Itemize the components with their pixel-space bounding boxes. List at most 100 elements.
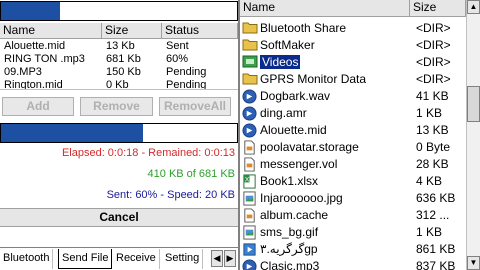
file-size: 861 KB [416, 242, 456, 256]
file-size: 0 Byte [416, 140, 451, 154]
file-name: SoftMaker [260, 38, 315, 52]
queue-cell-name: RING TON .mp3 [4, 53, 85, 65]
file-name: ding.amr [260, 106, 307, 120]
file-name: Dogbark.wav [260, 89, 331, 103]
queue-cell-size: 681 Kb [106, 53, 141, 65]
file-row[interactable]: ding.amr 1 KB [240, 105, 464, 122]
add-button[interactable]: Add [2, 97, 74, 116]
generic-file-icon [242, 157, 258, 172]
audio-file-icon [242, 259, 258, 270]
queue-row[interactable]: RING TON .mp3 681 Kb 60% [0, 53, 238, 66]
queue-progress-fill [1, 2, 60, 20]
tab-bar: Bluetooth Send File Receive Setting ◀ ▶ [0, 247, 238, 270]
file-row[interactable]: Dogbark.wav 41 KB [240, 88, 464, 105]
scroll-up-icon[interactable]: ▲ [467, 0, 480, 14]
file-row[interactable]: messenger.vol 28 KB [240, 156, 464, 173]
file-row[interactable]: SoftMaker <DIR> [240, 37, 464, 54]
queue-cell-status: Sent [166, 40, 189, 52]
file-name: sms_bg.gif [260, 225, 319, 239]
audio-file-icon [242, 89, 258, 104]
file-size: 4 KB [416, 174, 443, 188]
queue-cell-status: 60% [166, 53, 189, 65]
queue-header-status[interactable]: Status [162, 23, 238, 39]
audio-file-icon [242, 123, 258, 138]
file-size: 41 KB [416, 89, 449, 103]
queue-header-size[interactable]: Size [102, 23, 162, 39]
file-name: album.cache [260, 208, 329, 222]
files-header-size[interactable]: Size [410, 0, 466, 17]
spreadsheet-file-icon: X [242, 174, 258, 189]
generic-file-icon [242, 140, 258, 155]
file-row[interactable]: Bluetooth Share <DIR> [240, 20, 464, 37]
queue-header-name[interactable]: Name [0, 23, 102, 39]
file-row[interactable]: poolavatar.storage 0 Byte [240, 139, 464, 156]
file-size: <DIR> [416, 72, 451, 86]
tab-scroll-right-icon[interactable]: ▶ [224, 250, 236, 267]
transfer-progress-bar [0, 123, 238, 143]
file-size: 837 KB [416, 259, 456, 270]
file-row[interactable]: GPRS Monitor Data <DIR> [240, 71, 464, 88]
queue-row[interactable]: 09.MP3 150 Kb Pending [0, 66, 238, 79]
transfer-progress-fill [1, 124, 143, 142]
queue-cell-name: Alouette.mid [4, 40, 66, 52]
tab-receive[interactable]: Receive [113, 249, 160, 269]
file-list[interactable]: Bluetooth Share <DIR> SoftMaker <DIR> Videos… [240, 20, 464, 270]
file-name: Clasic.mp3 [260, 259, 320, 270]
bytes-transferred-text: 410 KB of 681 KB [147, 168, 235, 180]
audio-file-icon [242, 106, 258, 121]
file-name: poolavatar.storage [260, 140, 359, 154]
remove-all-button[interactable]: RemoveAll [159, 97, 231, 116]
file-name: Alouette.mid [260, 123, 327, 137]
video-folder-icon [242, 55, 258, 70]
file-size: 312 ... [416, 208, 450, 222]
file-size: 28 KB [416, 157, 449, 171]
queue-row[interactable]: Rington.mid 0 Kb Pending [0, 79, 238, 90]
file-row[interactable]: sms_bg.gif 1 KB [240, 224, 464, 241]
sent-speed-text: Sent: 60% - Speed: 20 KB [106, 189, 235, 201]
file-row[interactable]: Clasic.mp3 837 KB [240, 258, 464, 270]
queue-cell-name: Rington.mid [4, 79, 63, 90]
files-header-name[interactable]: Name [240, 0, 410, 17]
file-size: <DIR> [416, 21, 451, 35]
file-size: <DIR> [416, 55, 451, 69]
tab-scroll-left-icon[interactable]: ◀ [211, 250, 223, 267]
generic-file-icon [242, 208, 258, 223]
queue-cell-size: 13 Kb [106, 40, 135, 52]
file-browser-panel: Name Size Bluetooth Share <DIR> SoftMaker <… [240, 0, 480, 270]
queue-cell-size: 0 Kb [106, 79, 129, 90]
scroll-down-icon[interactable]: ▼ [467, 256, 480, 270]
folder-icon [242, 21, 258, 36]
file-row[interactable]: گرگریه.۳gp 861 KB [240, 241, 464, 258]
queue-cell-status: Pending [166, 79, 207, 90]
file-size: 636 KB [416, 191, 456, 205]
file-row[interactable]: Injaroooooo.jpg 636 KB [240, 190, 464, 207]
file-name: GPRS Monitor Data [260, 72, 367, 86]
tab-bluetooth[interactable]: Bluetooth [0, 249, 54, 269]
queue-row[interactable]: Alouette.mid 13 Kb Sent [0, 40, 238, 53]
tab-send-file[interactable]: Send File [58, 249, 113, 269]
file-row[interactable]: Videos <DIR> [240, 54, 464, 71]
file-name: Bluetooth Share [260, 21, 347, 35]
bluetooth-transfer-panel: Name Size Status Alouette.mid 13 Kb Sent RI… [0, 0, 238, 270]
remove-button[interactable]: Remove [80, 97, 153, 116]
file-name: Injaroooooo.jpg [260, 191, 343, 205]
file-size: 1 KB [416, 106, 443, 120]
send-queue-list[interactable]: Alouette.mid 13 Kb Sent RING TON .mp3 681 Kb… [0, 40, 238, 90]
video-file-icon [242, 242, 258, 257]
file-list-scrollbar[interactable]: ▲ ▼ [466, 0, 480, 270]
file-row[interactable]: X Book1.xlsx 4 KB [240, 173, 464, 190]
cancel-button[interactable]: Cancel [0, 208, 238, 227]
queue-cell-status: Pending [166, 66, 207, 78]
file-name: Videos [260, 55, 301, 69]
queue-cell-size: 150 Kb [106, 66, 141, 78]
file-name: Book1.xlsx [260, 174, 319, 188]
scrollbar-thumb[interactable] [467, 86, 480, 123]
file-row[interactable]: Alouette.mid 13 KB [240, 122, 464, 139]
file-size: 1 KB [416, 225, 443, 239]
file-row[interactable]: album.cache 312 ... [240, 207, 464, 224]
queue-progress-bar [0, 1, 238, 21]
image-file-icon [242, 191, 258, 206]
svg-text:X: X [245, 177, 250, 184]
elapsed-remaining-text: Elapsed: 0:0:18 - Remained: 0:0:13 [61, 147, 235, 159]
tab-setting[interactable]: Setting [162, 249, 204, 269]
